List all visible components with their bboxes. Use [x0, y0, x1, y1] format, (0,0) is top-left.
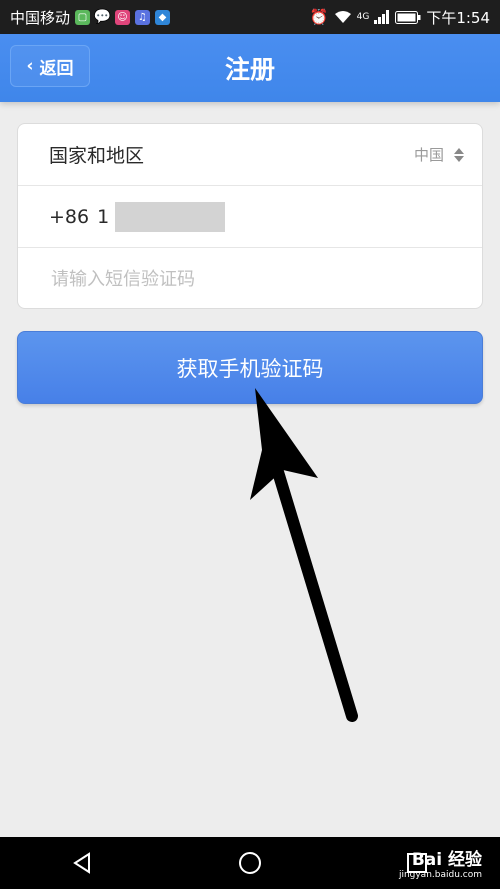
- alarm-icon: ⏰: [309, 8, 329, 26]
- notification-app-icon: ▢: [75, 9, 91, 25]
- clock-time: 下午1:54: [426, 8, 490, 27]
- watermark-brand: Bai 经验: [411, 850, 482, 870]
- updown-arrow-icon: [454, 147, 464, 162]
- network-type: 4G: [356, 12, 370, 22]
- phone-prefix: +86: [49, 205, 90, 228]
- phone-value: 1: [97, 205, 110, 228]
- chat-bubble-icon: 💬: [93, 9, 112, 25]
- battery-icon: [395, 10, 421, 24]
- back-nav-button[interactable]: [53, 843, 113, 883]
- watermark-url: jingyan.baidu.com: [398, 870, 482, 880]
- sms-code-input[interactable]: [49, 267, 464, 291]
- carrier-name: 中国移动: [10, 8, 71, 27]
- circle-home-icon: [238, 852, 261, 874]
- status-bar: 中国移动 ▢ 💬 ☺ ♫ ◆ ⏰ 4G 下午1:54: [0, 0, 500, 34]
- page-title: 注册: [224, 55, 275, 84]
- region-selector[interactable]: 国家和地区 中国: [18, 124, 482, 186]
- game-app-icon: ☺: [115, 9, 131, 25]
- phone-field[interactable]: +86 1: [18, 186, 482, 248]
- annotation-arrow-shaft: [269, 456, 358, 722]
- annotation-arrowhead: [250, 388, 318, 500]
- wifi-icon: [334, 11, 351, 23]
- get-sms-code-button[interactable]: 获取手机验证码: [17, 331, 483, 404]
- triangle-back-icon: [73, 852, 91, 874]
- sms-code-row: [18, 248, 482, 310]
- region-label: 国家和地区: [49, 145, 145, 167]
- status-left: 中国移动 ▢ 💬 ☺ ♫ ◆: [10, 7, 171, 28]
- app-header: ‹ 返回 注册: [0, 34, 500, 102]
- region-value: 中国: [413, 146, 444, 164]
- home-nav-button[interactable]: [220, 843, 280, 883]
- music-app-icon: ♫: [135, 9, 151, 25]
- registration-form: 国家和地区 中国 +86 1: [17, 123, 483, 309]
- phone-number-mask: [115, 201, 226, 232]
- watermark: Bai 经验 jingyan.baidu.com: [399, 845, 482, 880]
- status-right: ⏰ 4G 下午1:54: [310, 7, 490, 28]
- shield-app-icon: ◆: [155, 9, 171, 25]
- signal-icon: [374, 10, 390, 24]
